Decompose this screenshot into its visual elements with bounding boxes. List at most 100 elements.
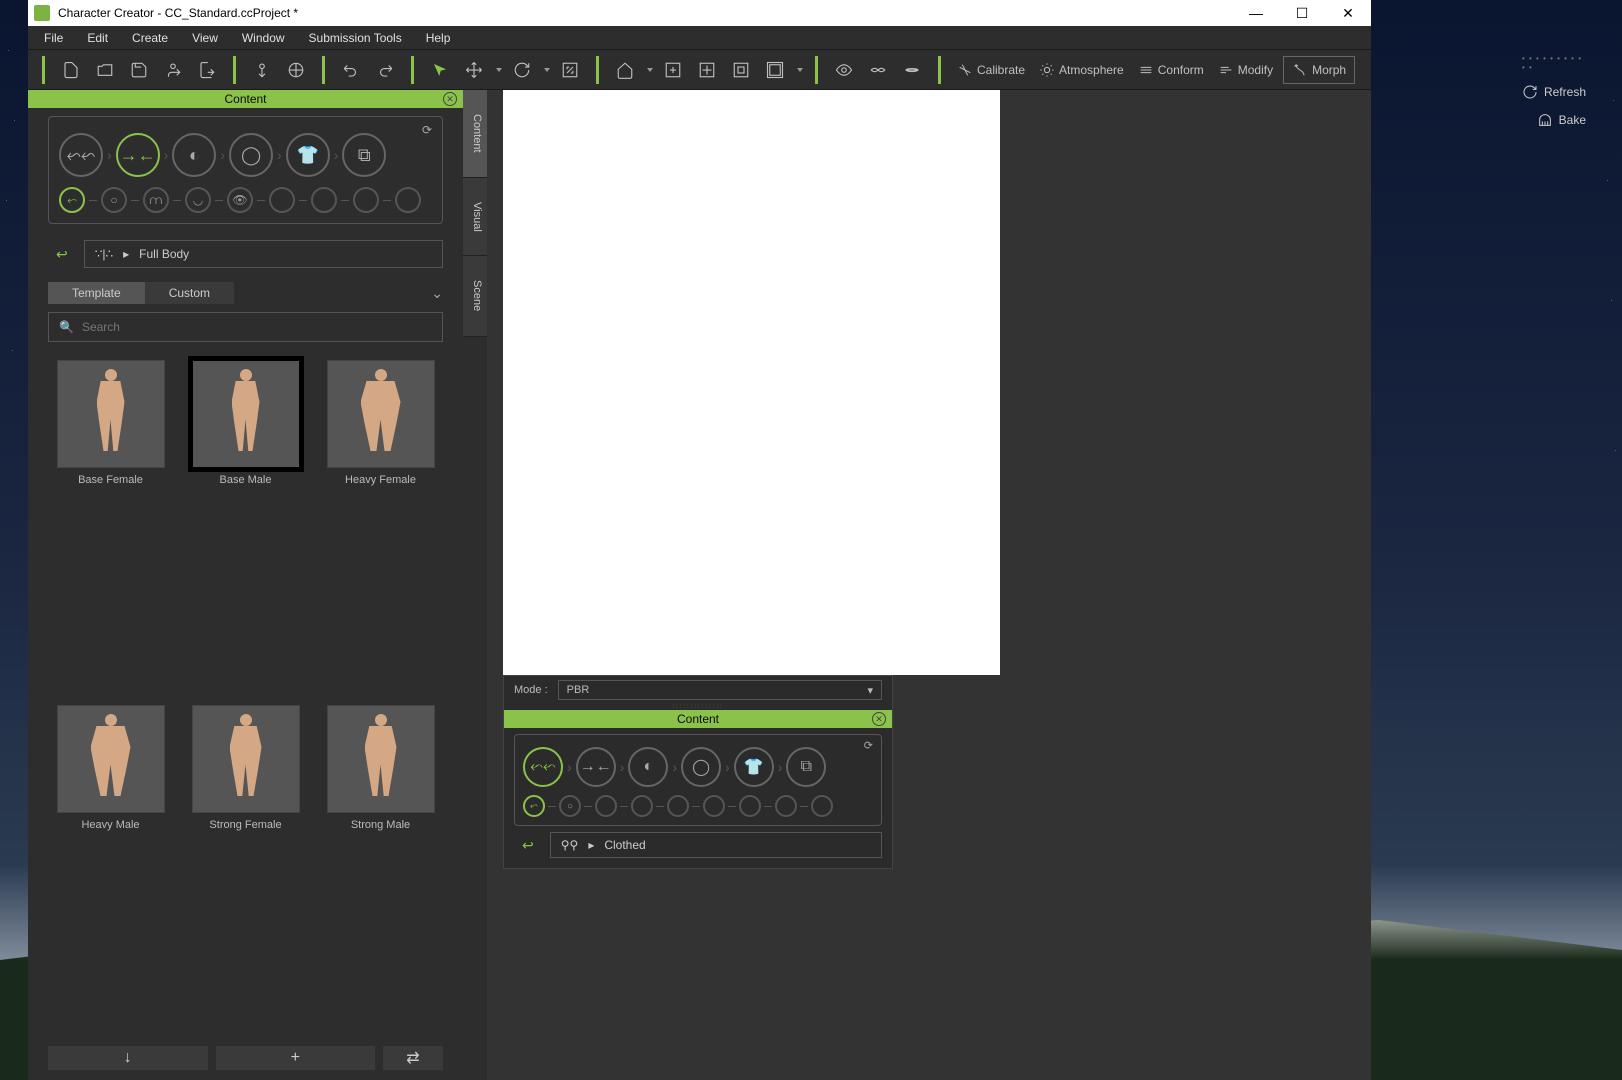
- template-card[interactable]: Base Male: [183, 360, 308, 691]
- select-tool-icon[interactable]: [426, 56, 454, 84]
- tab-template[interactable]: Template: [48, 282, 145, 304]
- template-card[interactable]: Strong Female: [183, 705, 308, 1036]
- modify-button[interactable]: Modify: [1214, 62, 1277, 78]
- add-button[interactable]: +: [216, 1046, 376, 1070]
- fstage-accessory-icon[interactable]: ⧉: [786, 747, 826, 787]
- refresh-icon[interactable]: ⟳: [422, 123, 432, 137]
- fstage-morph-icon[interactable]: →←: [576, 747, 616, 787]
- menu-window[interactable]: Window: [232, 29, 295, 47]
- move-tool-icon[interactable]: [460, 56, 488, 84]
- eye-icon[interactable]: [830, 56, 858, 84]
- menu-submission-tools[interactable]: Submission Tools: [299, 29, 412, 47]
- close-icon[interactable]: ✕: [443, 92, 457, 106]
- rotate-tool-caret[interactable]: [544, 68, 550, 72]
- fsub-head-icon[interactable]: ○: [559, 795, 581, 817]
- export-fbx-icon[interactable]: [282, 56, 310, 84]
- template-card[interactable]: Heavy Male: [48, 705, 173, 1036]
- breadcrumb-label: Clothed: [604, 838, 645, 852]
- sidetab-visual[interactable]: Visual: [463, 178, 487, 257]
- new-project-icon[interactable]: [57, 56, 85, 84]
- close-button[interactable]: ✕: [1325, 0, 1371, 26]
- zoom-fit-icon[interactable]: [659, 56, 687, 84]
- sub-eye-icon[interactable]: 👁: [227, 187, 253, 213]
- stage-accessory-icon[interactable]: ⧉: [342, 133, 386, 177]
- menu-file[interactable]: File: [34, 29, 73, 47]
- sub-teeth-icon[interactable]: ⩋: [143, 187, 169, 213]
- send-to-icon[interactable]: [248, 56, 276, 84]
- scale-tool-icon[interactable]: [556, 56, 584, 84]
- open-project-icon[interactable]: [91, 56, 119, 84]
- sub-head-icon[interactable]: ○: [101, 187, 127, 213]
- sub-empty-3: [353, 187, 379, 213]
- fsub-empty: [595, 795, 617, 817]
- menu-view[interactable]: View: [182, 29, 228, 47]
- menu-create[interactable]: Create: [122, 29, 178, 47]
- save-project-icon[interactable]: [125, 56, 153, 84]
- frame-center-icon[interactable]: [693, 56, 721, 84]
- close-icon[interactable]: ✕: [872, 712, 886, 726]
- template-grid: Base Female Base Male Heavy Female Heavy…: [48, 360, 443, 1036]
- menubar: File Edit Create View Window Submission …: [28, 26, 1371, 50]
- camera-mode-icon[interactable]: [761, 56, 789, 84]
- fstage-base-icon[interactable]: ⬿⬿: [523, 747, 563, 787]
- stage-morph-icon[interactable]: →←: [116, 133, 160, 177]
- calibrate-button[interactable]: Calibrate: [953, 62, 1029, 78]
- float-breadcrumb[interactable]: ⚲⚲ ▸ Clothed: [550, 832, 882, 858]
- stage-base-icon[interactable]: ⬿⬿: [59, 133, 103, 177]
- titlebar: Character Creator - CC_Standard.ccProjec…: [28, 0, 1371, 26]
- sub-mouth-icon[interactable]: ◡: [185, 187, 211, 213]
- bake-button[interactable]: Bake: [1537, 112, 1586, 128]
- drag-handle[interactable]: • • • • • • • • • • •: [1522, 54, 1586, 72]
- atmosphere-button[interactable]: Atmosphere: [1035, 62, 1128, 78]
- fstage-cloth-icon[interactable]: 👕: [734, 747, 774, 787]
- morph-button[interactable]: Morph: [1283, 56, 1355, 84]
- fstage-skin-icon[interactable]: ◐: [628, 747, 668, 787]
- viewport-canvas[interactable]: [503, 90, 1000, 675]
- back-icon[interactable]: ↩: [514, 833, 542, 858]
- home-view-caret[interactable]: [647, 68, 653, 72]
- fsub-body-icon[interactable]: ⬿: [523, 795, 545, 817]
- window-title: Character Creator - CC_Standard.ccProjec…: [58, 6, 298, 20]
- template-card[interactable]: Base Female: [48, 360, 173, 691]
- swap-button[interactable]: ⇄: [383, 1046, 443, 1070]
- fstage-head-icon[interactable]: ◯: [681, 747, 721, 787]
- stage-cloth-icon[interactable]: 👕: [286, 133, 330, 177]
- template-card[interactable]: Heavy Female: [318, 360, 443, 691]
- lips-flat-icon[interactable]: [898, 56, 926, 84]
- redo-icon[interactable]: [371, 56, 399, 84]
- refresh-icon[interactable]: ⟳: [864, 739, 873, 752]
- template-card[interactable]: Strong Male: [318, 705, 443, 1036]
- export-asset-icon[interactable]: [193, 56, 221, 84]
- stage-skin-icon[interactable]: ◐: [172, 133, 216, 177]
- minimize-button[interactable]: —: [1233, 0, 1279, 26]
- rotate-tool-icon[interactable]: [508, 56, 536, 84]
- sub-body-icon[interactable]: ⬿: [59, 187, 85, 213]
- search-input[interactable]: [82, 320, 432, 334]
- maximize-button[interactable]: ☐: [1279, 0, 1325, 26]
- side-tabs: Content Visual Scene: [463, 90, 487, 1080]
- content-panel: Content ✕ ⟳ ⬿⬿› →←› ◐› ◯› 👕› ⧉ ⬿ ○ ⩋ ◡: [28, 90, 463, 1080]
- expand-icon[interactable]: ⌄: [431, 285, 443, 302]
- camera-mode-caret[interactable]: [797, 68, 803, 72]
- export-char-icon[interactable]: [159, 56, 187, 84]
- breadcrumb-label: Full Body: [139, 247, 189, 261]
- viewport[interactable]: Mode : PBR▾ :::::::::::::: Content ✕ ⟳ ⬿…: [487, 90, 1371, 1080]
- frame-all-icon[interactable]: [727, 56, 755, 84]
- move-tool-caret[interactable]: [496, 68, 502, 72]
- breadcrumb[interactable]: ∵|∴ ▸ Full Body: [84, 240, 443, 268]
- lips-icon[interactable]: [864, 56, 892, 84]
- menu-edit[interactable]: Edit: [77, 29, 118, 47]
- sidetab-scene[interactable]: Scene: [463, 256, 487, 336]
- stage-head-icon[interactable]: ◯: [229, 133, 273, 177]
- home-view-icon[interactable]: [611, 56, 639, 84]
- refresh-button[interactable]: Refresh: [1522, 84, 1586, 100]
- conform-button[interactable]: Conform: [1134, 62, 1208, 78]
- back-icon[interactable]: ↩: [48, 242, 76, 267]
- search-icon: 🔍: [59, 320, 74, 334]
- mode-select[interactable]: PBR▾: [558, 680, 882, 700]
- sidetab-content[interactable]: Content: [463, 90, 487, 178]
- tab-custom[interactable]: Custom: [145, 282, 234, 304]
- apply-button[interactable]: ↓: [48, 1046, 208, 1070]
- menu-help[interactable]: Help: [416, 29, 461, 47]
- undo-icon[interactable]: [337, 56, 365, 84]
